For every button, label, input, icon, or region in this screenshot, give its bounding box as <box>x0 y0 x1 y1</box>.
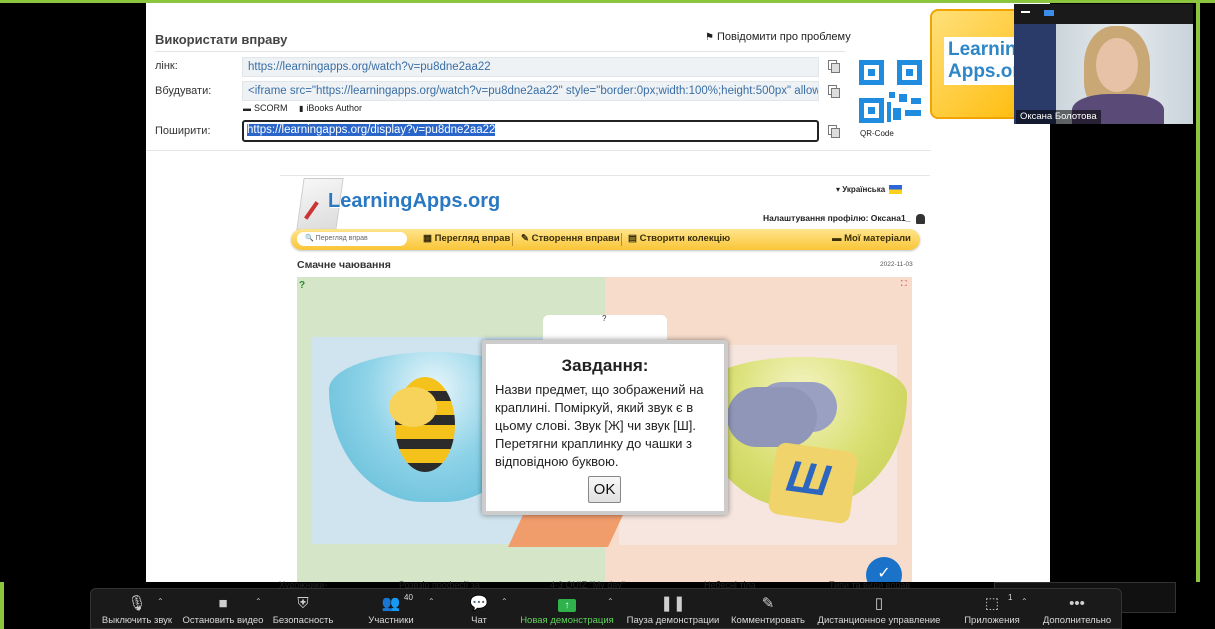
minimize-icon[interactable] <box>1021 11 1030 13</box>
pause-share-button[interactable]: ❚❚ Пауза демонстрации <box>624 589 722 629</box>
chevron-up-icon[interactable]: ⌃ <box>428 597 435 606</box>
dialog-text: Назви предмет, що зображений на краплині… <box>495 382 704 469</box>
shield-icon: ⛨ <box>297 595 309 612</box>
meeting-toolbar: 🎙 Выключить звук ⌃ ■ Остановить видео ⌃ … <box>90 588 1122 629</box>
ukraine-flag-icon <box>889 185 903 195</box>
share-border-right <box>1196 0 1200 582</box>
user-icon <box>916 213 926 224</box>
use-exercise-title: Використати вправу <box>155 32 288 47</box>
more-button[interactable]: ••• Дополнительно <box>1037 589 1117 629</box>
copy-icon[interactable] <box>828 125 840 138</box>
share-screen-icon: ↑ <box>519 595 615 613</box>
more-icon: ••• <box>1069 595 1085 612</box>
exercise-title: Смачне чаювання <box>297 259 391 271</box>
ok-button[interactable]: OK <box>588 476 621 503</box>
report-problem-link[interactable]: ⚑ Повідомити про проблему <box>705 31 851 43</box>
zoom-meeting-window: { "share_page": { "use_title": "Використ… <box>0 0 1215 629</box>
search-input[interactable]: 🔍 Перегляд вправ <box>297 232 407 246</box>
book-icon: ▮ <box>299 104 304 113</box>
nav-create-collection[interactable]: ▤ Створити колекцію <box>628 233 730 244</box>
apps-icon: ⬚ <box>984 595 1000 612</box>
participants-button[interactable]: 👥 Участники <box>356 589 426 629</box>
link-field[interactable]: https://learningapps.org/watch?v=pu8dne2… <box>242 57 819 77</box>
participant-name: Оксана Болотова <box>1016 110 1101 124</box>
divider <box>155 51 845 52</box>
participants-count: 40 <box>404 593 413 602</box>
apps-count: 1 <box>1008 593 1013 602</box>
bee-head <box>389 387 437 427</box>
link-label: лінк: <box>155 60 178 72</box>
share-field[interactable]: https://learningapps.org/display?v=pu8dn… <box>242 120 819 142</box>
help-icon[interactable]: ? <box>299 280 305 291</box>
divider <box>280 175 930 176</box>
mouse-icon: ▯ <box>874 595 884 612</box>
flag-icon: ⚑ <box>705 32 714 43</box>
participants-icon: 👥 <box>381 595 401 612</box>
chat-icon: 💬 <box>469 595 489 612</box>
video-camera-icon: ■ <box>218 595 228 612</box>
nav-my-materials[interactable]: ▬ Мої матеріали <box>832 233 911 244</box>
copy-icon[interactable] <box>828 85 840 98</box>
main-navigation: 🔍 Перегляд вправ ▦ Перегляд вправ ✎ Ство… <box>291 229 920 250</box>
pen-icon: ✎ <box>761 595 775 612</box>
maximize-icon[interactable] <box>1044 10 1054 16</box>
fullscreen-icon[interactable]: ⛶ <box>901 279 907 289</box>
chevron-up-icon[interactable]: ⌃ <box>501 597 508 606</box>
chevron-up-icon[interactable]: ⌃ <box>607 597 614 606</box>
learningapps-logo-text[interactable]: LearningApps.org <box>328 190 500 213</box>
drop-question: ? <box>602 314 607 323</box>
dialog-title: Завдання: <box>561 356 649 375</box>
chevron-up-icon[interactable]: ⌃ <box>157 597 164 606</box>
embed-label: Вбудувати: <box>155 85 212 97</box>
share-border-left <box>0 582 4 629</box>
task-dialog: Завдання: Назви предмет, що зображений н… <box>482 340 728 515</box>
qr-code-icon[interactable] <box>857 58 924 125</box>
nav-create-exercise[interactable]: ✎ Створення вправи <box>521 233 620 244</box>
copy-icon[interactable] <box>828 60 840 73</box>
exercise-date: 2022-11-03 <box>880 261 913 268</box>
nav-browse-exercises[interactable]: ▦ Перегляд вправ <box>423 233 510 244</box>
annotate-button[interactable]: ✎ Комментировать <box>727 589 809 629</box>
stop-video-button[interactable]: ■ Остановить видео <box>181 589 265 629</box>
video-controls-bar <box>1014 4 1193 24</box>
language-selector[interactable]: ▾ Українська <box>836 185 903 195</box>
mute-button[interactable]: 🎙 Выключить звук <box>93 589 181 629</box>
profile-settings-link[interactable]: Налаштування профілю: Оксана1_ <box>763 213 926 224</box>
share-label: Поширити: <box>155 125 211 137</box>
archive-icon: ▬ <box>243 104 251 113</box>
scorm-link[interactable]: ▬ SCORM <box>243 103 288 113</box>
chevron-up-icon[interactable]: ⌃ <box>255 597 262 606</box>
participant-video[interactable]: Оксана Болотова <box>1014 4 1193 124</box>
divider <box>146 150 931 151</box>
chat-button[interactable]: 💬 Чат <box>453 589 505 629</box>
letter-sh-tag: Ш <box>767 441 859 525</box>
security-button[interactable]: ⛨ Безопасность <box>267 589 339 629</box>
qr-code-label: QR-Code <box>860 129 894 138</box>
embed-field[interactable]: <iframe src="https://learningapps.org/wa… <box>242 81 819 101</box>
cloud-image <box>727 387 817 447</box>
ibooks-link[interactable]: ▮ iBooks Author <box>299 103 362 113</box>
remote-control-button[interactable]: ▯ Дистанционное управление <box>814 589 944 629</box>
microphone-icon: 🎙 <box>127 595 147 612</box>
export-links: ▬ SCORM ▮ iBooks Author <box>243 103 371 113</box>
pause-icon: ❚❚ <box>660 595 686 612</box>
chevron-up-icon[interactable]: ⌃ <box>1021 597 1028 606</box>
new-share-button[interactable]: ↑ Новая демонстрация <box>519 589 615 629</box>
apps-button[interactable]: ⬚ Приложения <box>957 589 1027 629</box>
